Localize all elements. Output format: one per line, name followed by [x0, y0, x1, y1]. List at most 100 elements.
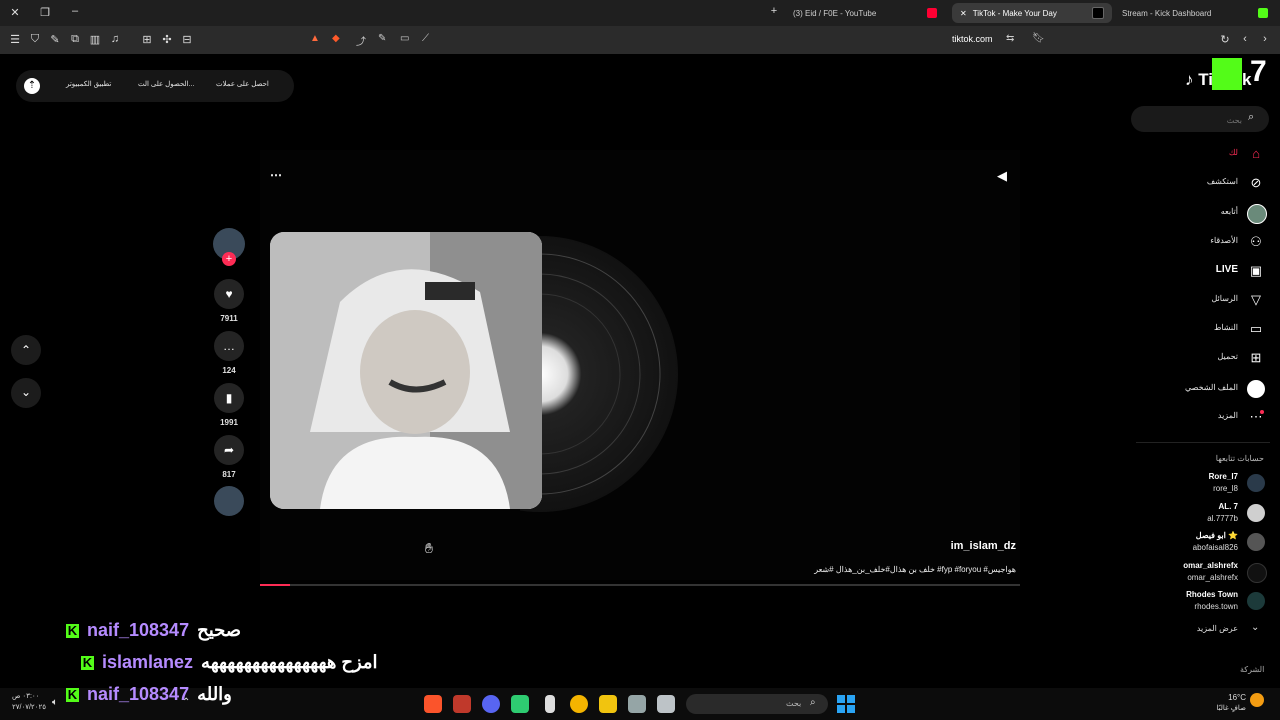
chat-username: naif_108347 [87, 620, 190, 640]
youtube-icon [927, 8, 937, 18]
more-options-icon[interactable]: ⋯ [270, 168, 282, 182]
sidebar-item-label: استكشف [1206, 177, 1238, 186]
sync-icon[interactable]: ⇆ [1006, 33, 1014, 44]
tab-youtube[interactable]: (3) Eid / F0E - YouTube [785, 3, 945, 23]
extensions-icon[interactable]: ✣ [160, 33, 174, 46]
minimize-icon[interactable]: – [68, 5, 82, 17]
brave-shield-icon[interactable]: ▲ [310, 33, 320, 44]
brave-taskbar-icon[interactable] [424, 695, 442, 713]
sidebar-divider [1136, 442, 1270, 443]
obs-taskbar-icon[interactable] [511, 695, 529, 713]
like-button[interactable]: ♥ [214, 279, 244, 309]
sound-avatar[interactable] [214, 486, 244, 516]
following-handle: rhodes.town [1194, 602, 1238, 611]
previous-video-button[interactable]: ⌃ [11, 335, 41, 365]
browser-tab-bar: ✕ ❐ – + (3) Eid / F0E - YouTube ✕ TikTok… [0, 0, 1280, 26]
profile-avatar-icon [1247, 380, 1265, 398]
wand-icon[interactable]: ⟋ [422, 33, 429, 44]
chevron-up-icon: ⌃ [20, 343, 32, 357]
avatar [1247, 533, 1265, 551]
reload-icon[interactable]: ↻ [1218, 33, 1232, 46]
search-input[interactable] [1140, 110, 1244, 130]
tab-tiktok[interactable]: ✕ TikTok - Make Your Day [952, 3, 1112, 23]
menu-icon[interactable]: ☰ [8, 33, 22, 46]
company-link[interactable]: الشركة [1240, 665, 1264, 674]
chrome-taskbar-icon[interactable] [570, 695, 588, 713]
volume-icon[interactable]: ◀︎ [997, 168, 1007, 184]
video-progress-fill [260, 584, 291, 586]
sidebar-item-label: الملف الشخصي [1184, 383, 1238, 392]
like-count: 7911 [220, 314, 238, 323]
share-icon[interactable]: ⤴ [356, 33, 366, 48]
taskbar-search[interactable]: بحث ⌕ [686, 694, 828, 714]
close-window-icon[interactable]: ✕ [8, 6, 22, 19]
following-name: ابو فيصل ⭐ [1195, 531, 1238, 540]
following-handle: abofaisal826 [1192, 543, 1238, 552]
shield-icon[interactable]: ⛉ [28, 33, 42, 46]
discord-taskbar-icon[interactable] [482, 695, 500, 713]
tray-chevron-icon[interactable]: ⌃ [182, 697, 190, 708]
comment-button[interactable]: … [214, 331, 244, 361]
app2-taskbar-icon[interactable] [545, 695, 555, 713]
following-section-title: حسابات تتابعها [1215, 454, 1264, 463]
chevron-down-icon: ⌄ [1251, 622, 1260, 633]
chat-username: islamlanez [102, 652, 194, 672]
desktop-app-link[interactable]: تطبيق الكمبيوتر [66, 80, 111, 88]
avatar [1247, 563, 1267, 583]
sidebar-icon[interactable]: ▥ [88, 33, 102, 46]
app-taskbar-icon[interactable] [453, 695, 471, 713]
close-tab-icon[interactable]: ✕ [960, 9, 967, 18]
new-tab-icon[interactable]: + [767, 5, 781, 17]
history-icon[interactable]: ⊟ [180, 33, 194, 46]
cast-icon[interactable]: ▭ [400, 33, 409, 44]
next-video-button[interactable]: ⌄ [11, 378, 41, 408]
upload-circle-icon[interactable]: ⇡ [24, 78, 40, 94]
clock-date[interactable]: ٢٧/٠٧/٢٠٢٥ [12, 703, 46, 711]
screenshot-icon[interactable]: ⧉ [68, 33, 82, 46]
restore-icon[interactable]: ❐ [38, 6, 52, 19]
file-explorer-taskbar-icon[interactable] [599, 695, 617, 713]
taskbar-search-placeholder: بحث [786, 699, 802, 708]
brave-rewards-icon[interactable]: ◆ [332, 33, 340, 44]
forward-icon[interactable]: › [1258, 33, 1272, 45]
notification-dot-icon [1260, 410, 1264, 414]
chat-message: K naif_108347 صحيح [66, 620, 241, 641]
clock-time[interactable]: ٠٣:٠٠ ص [12, 692, 39, 700]
video-username[interactable]: im_islam_dz [900, 540, 1016, 552]
following-handle: rore_l8 [1213, 484, 1238, 493]
kick-logo-overlay [1212, 58, 1242, 90]
follow-plus-icon[interactable]: + [222, 252, 236, 266]
album-cover-image [270, 232, 542, 509]
task-view-taskbar-icon[interactable] [657, 695, 675, 713]
address-bar[interactable]: ▲ ◆ ⤴ ✎ ▭ ⟋ tiktok.com ⇆ 🔖︎ [300, 30, 1050, 50]
tab-search-icon[interactable]: ⊞ [140, 33, 154, 46]
save-button[interactable]: ▮ [214, 383, 244, 413]
music-icon[interactable]: ♫ [108, 33, 122, 45]
windows-start-icon[interactable] [837, 695, 855, 713]
search-icon[interactable]: ⌕ [1248, 111, 1254, 124]
overlay-seven: 7 [1250, 55, 1267, 88]
weather-temp[interactable]: 16°C [1200, 693, 1246, 702]
get-coins-link[interactable]: احصل على عملات [216, 80, 269, 88]
chat-text: امزح هههههههههههههههه [201, 652, 378, 672]
translate-icon[interactable]: ✎ [378, 33, 386, 44]
following-name: omar_alshrefx [1183, 561, 1238, 570]
following-handle: omar_alshrefx [1187, 573, 1238, 582]
kick-badge-icon: K [66, 623, 79, 638]
activity-icon: ▭ [1249, 321, 1263, 336]
upload-plus-icon: ⊞ [1250, 350, 1262, 365]
following-handle: al.7777b [1207, 514, 1238, 523]
tiktok-icon [1092, 7, 1104, 19]
kick-icon [1258, 8, 1268, 18]
chat-message: K naif_108347 والله [66, 684, 232, 705]
back-icon[interactable]: ‹ [1238, 33, 1252, 45]
get-app-link[interactable]: الحصول على الت... [138, 80, 194, 88]
pen-icon[interactable]: ✎ [48, 33, 62, 46]
bookmark-icon[interactable]: 🔖︎ [1032, 33, 1045, 44]
store-taskbar-icon[interactable] [628, 695, 646, 713]
tab-kick[interactable]: Stream - Kick Dashboard [1114, 3, 1276, 23]
speaker-icon[interactable]: 🔈︎ [52, 697, 58, 708]
video-progress-bar[interactable] [260, 584, 1020, 586]
avatar [1247, 592, 1265, 610]
share-button[interactable]: ➦ [214, 435, 244, 465]
